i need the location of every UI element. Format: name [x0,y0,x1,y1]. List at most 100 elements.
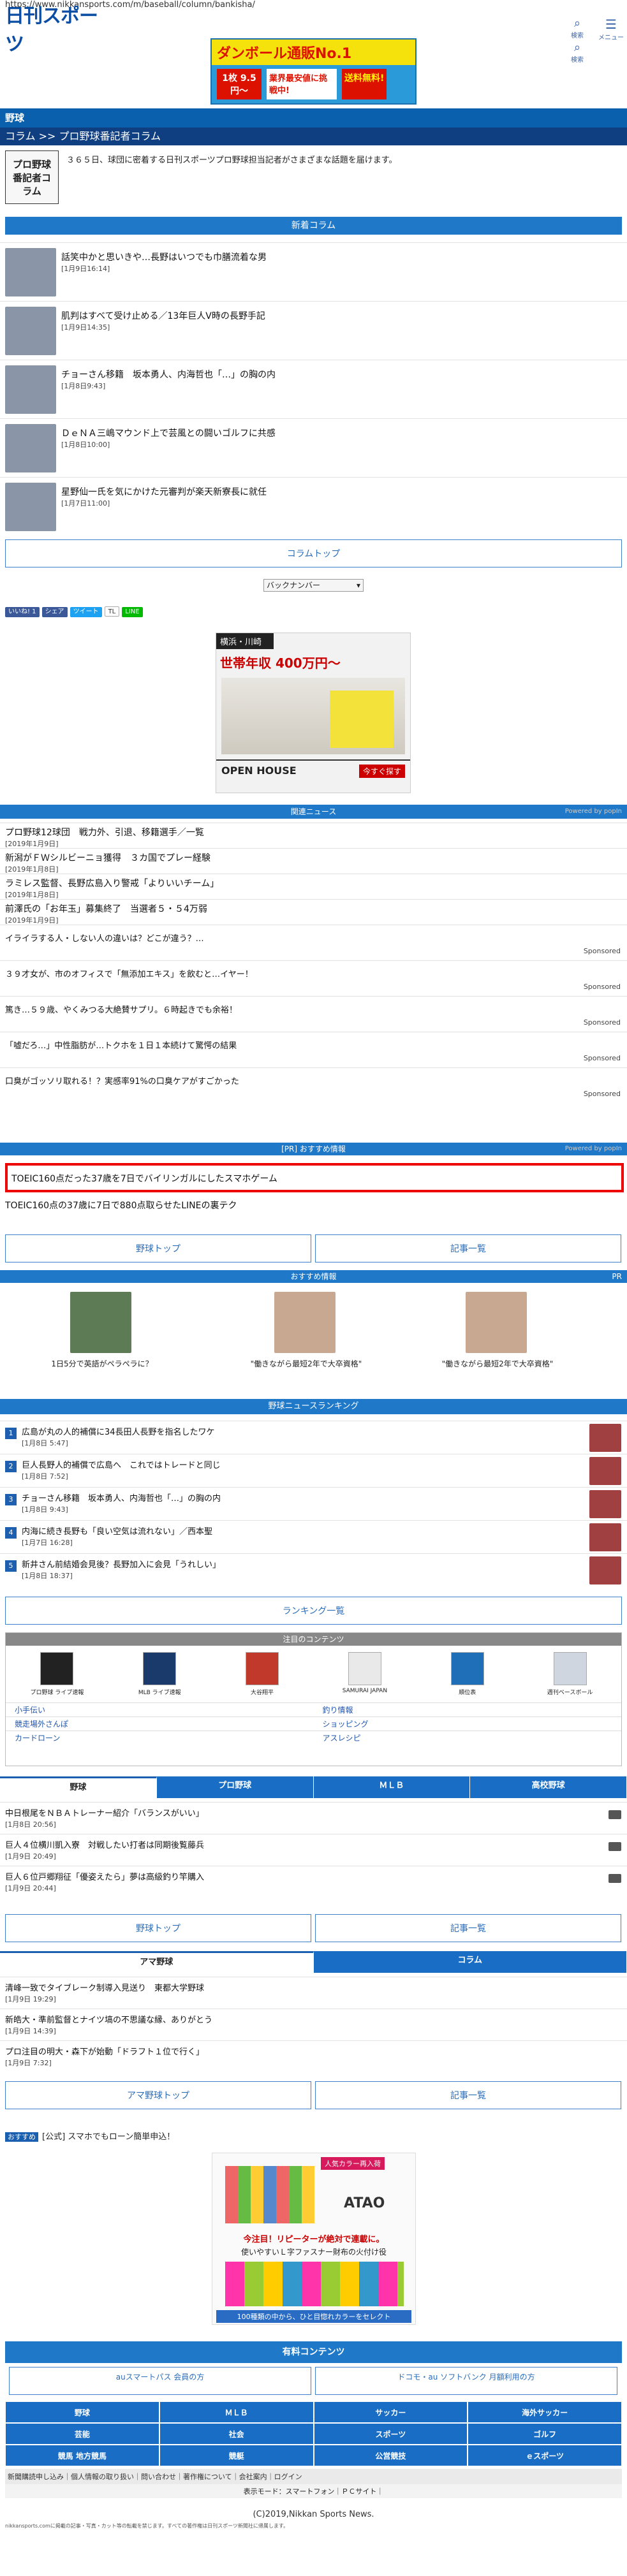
search-button[interactable]: ⌕ 検索 [566,17,588,40]
osusume-item[interactable]: "働きながら最短2年で大卒資格" [402,1292,580,1375]
display-mode[interactable]: 表示モード：スマートフォン｜ＰＣサイト｜ [5,2484,622,2498]
tab[interactable]: ＭＬＢ [313,1776,471,1798]
article-list-button-3[interactable]: 記事一覧 [315,2081,621,2109]
article-list-button-2[interactable]: 記事一覧 [315,1914,621,1942]
column-item[interactable]: ＤｅＮＡ三嶋マウンド上で芸風との闘いゴルフに共感 [1月8日10:00] [0,418,627,476]
contents-item[interactable]: 大谷翔平 [227,1652,297,1696]
tab-list-item[interactable]: 新皓大・準前監督とナイツ塙の不思議な縁、ありがとう [1月9日 14:39] [0,2009,627,2039]
contents-item[interactable]: 週刊ベースボール [535,1652,605,1696]
ranking-date: [1月8日 5:47] [22,1439,68,1447]
contents-link[interactable]: 競走場外さんぽ [6,1717,314,1731]
au-smartpass-button[interactable]: auスマートパス 会員の方 [9,2367,311,2395]
column-title: 肌判はすべて受け止める／13年巨人V時の長野手記 [61,311,265,321]
footer-nav-item[interactable]: サッカー [313,2401,468,2423]
tab-list-item[interactable]: 巨人６位戸郷翔征「優姿えたら」夢は高級釣り竿購入 [1月9日 20:44] [0,1866,627,1896]
search-button-2[interactable]: ⌕ 検索 [566,41,588,64]
contents-item[interactable]: MLB ライブ速報 [124,1652,195,1696]
sponsored-item[interactable]: 口臭がゴッソリ取れる！？実感率91%の口臭ケアがすごかった Sponsored [0,1067,627,1102]
contents-link[interactable]: カードローン [6,1731,314,1745]
recommend-row[interactable]: おすすめ [公式] スマホでもローン簡単申込！ [5,2130,175,2142]
osusume-item[interactable]: "働きながら最短2年で大卒資格" [210,1292,389,1375]
carrier-button[interactable]: ドコモ・au ソフトバンク 月額利用の方 [315,2367,617,2395]
ad-wallet-headline: 今注目！リピーターが絶対で連載に。 [243,2235,385,2244]
ranking-item[interactable]: 5 新井さん前結婚会見後？長野加入に会見「うれしい」 [1月8日 18:37] [0,1553,627,1585]
pr-item[interactable]: TOEIC160点の37歳に7日で880点取らせたLINEの裏テク [5,1199,624,1211]
related-news-item[interactable]: プロ野球12球団 戦力外、引退、移籍選手／一覧 [2019年1月9日] [0,823,627,848]
search-icon: ⌕ [573,17,581,30]
tab[interactable]: 高校野球 [470,1776,627,1798]
footer-nav-item[interactable]: 競馬 地方競馬 [5,2445,159,2466]
tab[interactable]: プロ野球 [156,1776,314,1798]
ranking-more-button[interactable]: ランキング一覧 [5,1597,622,1625]
line-button[interactable]: LINE [122,607,143,617]
baseball-top-button[interactable]: 野球トップ [5,1234,311,1262]
tab[interactable]: 野球 [0,1776,157,1798]
tab-list-item[interactable]: 清峰一致でタイブレーク制導入見送り 東都大学野球 [1月9日 19:29] [0,1977,627,2007]
related-news-item[interactable]: 前澤氏の「お年玉」募集終了 当選者５・５4万弱 [2019年1月9日] [0,899,627,925]
timeline-button[interactable]: TL [104,606,120,617]
tab[interactable]: コラム [313,1951,627,1973]
site-logo[interactable]: 日刊スポーツ [5,5,102,55]
column-icon: プロ野球番記者コラム [5,150,59,204]
ad-cta-button[interactable]: 今すぐ探す [358,765,405,778]
footer-links[interactable]: 新聞購読申し込み｜個人情報の取り扱い｜問い合わせ｜著作権について｜会社案内｜ログ… [5,2469,622,2484]
footer-nav-item[interactable]: ｅスポーツ [468,2445,622,2466]
tab-item-title: 新皓大・準前監督とナイツ塙の不思議な縁、ありがとう [5,2016,213,2025]
contents-icon [40,1652,74,1685]
ranking-item[interactable]: 3 チョーさん移籍 坂本勇人、内海哲也「…」の胸の内 [1月8日 9:43] [0,1487,627,1519]
contents-label: プロ野球 ライブ速報 [30,1690,84,1696]
facebook-like-button[interactable]: いいね! 1 [5,607,40,617]
sponsored-item[interactable]: イライラする人・しない人の違いは？どこが違う？… Sponsored [0,925,627,959]
column-item[interactable]: 星野仙一氏を気にかけた元審判が楽天新寮長に就任 [1月7日11:00] [0,477,627,534]
sponsored-item[interactable]: ３９才女が、市のオフィスで「無添加エキス」を飲むと…イヤー！ Sponsored [0,960,627,995]
column-item[interactable]: 肌判はすべて受け止める／13年巨人V時の長野手記 [1月9日14:35] [0,301,627,358]
top-banner-ad[interactable]: ダンボール通販No.1 1枚 9.5円〜 業界最安値に挑戦中! 送料無料! ダン… [210,38,417,113]
wallet-ad[interactable]: ATAO 人気カラー再入荷 今注目！リピーターが絶対で連載に。 使いやすいＬ字フ… [212,2153,416,2325]
amateur-top-button[interactable]: アマ野球トップ [5,2081,311,2109]
sponsored-item[interactable]: 篤き…５９歳、やくみつる大絶賛サプリ。６時起きでも余裕！ Sponsored [0,996,627,1030]
contents-item[interactable]: SAMURAI JAPAN [330,1652,400,1696]
contents-link[interactable]: アスレシピ [314,1731,622,1745]
column-thumbnail [5,483,56,531]
footer-nav-item[interactable]: 公営競技 [313,2445,468,2466]
contents-item[interactable]: 順位表 [432,1652,503,1696]
related-news-header: 関連ニュース Powered by popIn [0,805,627,819]
contents-link[interactable]: 釣り情報 [314,1703,622,1716]
menu-button[interactable]: ☰ メニュー [596,17,626,41]
pr-item[interactable]: TOEIC160点だった37歳を7日でバイリンガルにしたスマホゲーム [5,1163,624,1192]
ad-price-range: 世帯年収 400万円〜 [220,655,341,671]
baseball-top-button-2[interactable]: 野球トップ [5,1914,311,1942]
osusume-item[interactable]: 1日5分で英語がペラペラに？ [6,1292,185,1375]
column-top-button[interactable]: コラムトップ [5,539,622,567]
ranking-item[interactable]: 4 内海に続き長野も「良い空気は流れない」／西本聖 [1月7日 16:28] [0,1520,627,1552]
tab-list-item[interactable]: 中日根尾をＮＢＡトレーナー紹介「バランスがいい」 [1月8日 20:56] [0,1802,627,1833]
tab[interactable]: アマ野球 [0,1951,314,1973]
tab-list-item[interactable]: 巨人４位横川凱入寮 対戦したい打者は同期後覧藤兵 [1月9日 20:49] [0,1834,627,1864]
ranking-item[interactable]: 1 広島が丸の人的補償に34長田人長野を指名したワケ [1月8日 5:47] [0,1421,627,1453]
contents-link[interactable]: ショッピング [314,1717,622,1731]
footer-nav-item[interactable]: 芸能 [5,2423,159,2445]
footer-nav-item[interactable]: ＭＬＢ [159,2401,314,2423]
ranking-item[interactable]: 2 巨人長野人的補償で広島へ これではトレードと同じ [1月8日 7:52] [0,1454,627,1486]
tab-list-item[interactable]: プロ注目の明大・森下が始動「ドラフト１位で行く」 [1月9日 7:32] [0,2040,627,2071]
related-news-item[interactable]: ラミレス監督、長野広島入り警戒「よりいいチーム」 [2019年1月8日] [0,874,627,899]
sponsored-item[interactable]: 「嘘だろ…」中性脂肪が…トクホを１日１本続けて驚愕の結果 Sponsored [0,1032,627,1066]
tweet-button[interactable]: ツイート [70,607,102,617]
breadcrumb[interactable]: コラム >> プロ野球番記者コラム [0,128,627,145]
contents-link[interactable]: 小手伝い [6,1703,314,1716]
facebook-share-button[interactable]: シェア [41,607,68,617]
related-news-item[interactable]: 新潟がＦＷシルビーニョ獲得 ３カ国でプレー経験 [2019年1月8日] [0,848,627,874]
column-item[interactable]: チョーさん移籍 坂本勇人、内海哲也「…」の胸の内 [1月8日9:43] [0,360,627,417]
footer-nav-item[interactable]: 海外サッカー [468,2401,622,2423]
housing-ad[interactable]: 横浜・川崎 世帯年収 400万円〜 OPEN HOUSE 今すぐ探す [216,633,411,793]
contents-item[interactable]: プロ野球 ライブ速報 [22,1652,92,1696]
column-item[interactable]: 話笑中かと思いきや…長野はいつでも巾膳流着な男 [1月9日16:14] [0,242,627,300]
footer-nav-item[interactable]: スポーツ [313,2423,468,2445]
footer-nav-item[interactable]: 競艇 [159,2445,314,2466]
article-list-button[interactable]: 記事一覧 [315,1234,621,1262]
column-thumbnail [5,365,56,414]
footer-nav-item[interactable]: 野球 [5,2401,159,2423]
footer-nav-item[interactable]: 社会 [159,2423,314,2445]
backnumber-select[interactable]: バックナンバー ▾ [263,579,364,592]
footer-nav-item[interactable]: ゴルフ [468,2423,622,2445]
